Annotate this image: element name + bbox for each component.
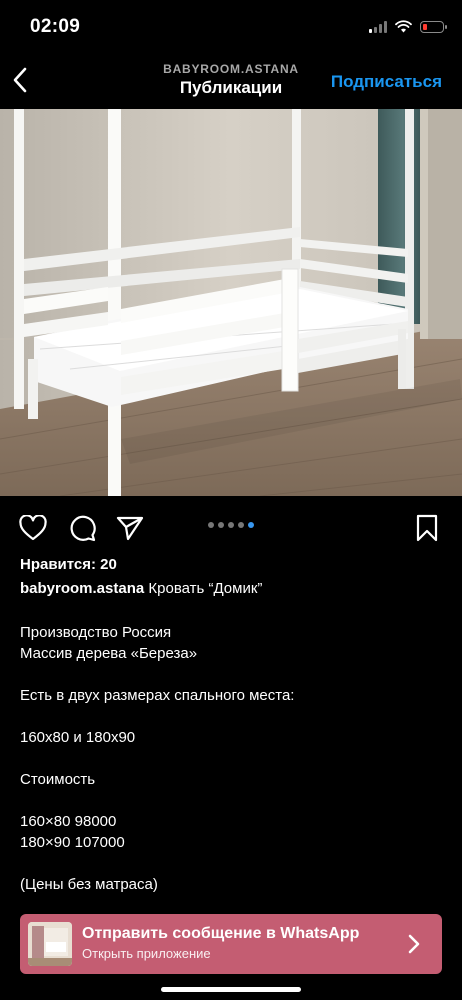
caption-line: Есть в двух размерах спального места: xyxy=(20,687,295,704)
caption-body: Производство Россия Массив дерева «Береза… xyxy=(20,622,294,895)
chevron-right-icon xyxy=(402,932,426,956)
chevron-left-icon xyxy=(13,67,27,93)
post-image[interactable] xyxy=(0,109,462,496)
caption-line xyxy=(20,748,294,769)
bed-photo-illustration xyxy=(0,109,462,496)
back-button[interactable] xyxy=(6,66,34,94)
save-button[interactable] xyxy=(412,513,442,543)
caption-line: Массив дерева «Береза» xyxy=(20,645,198,662)
status-time: 02:09 xyxy=(30,16,81,37)
battery-icon xyxy=(420,20,447,33)
status-bar: 02:09 xyxy=(0,0,462,56)
status-icons xyxy=(369,20,447,33)
comment-bubble-icon xyxy=(70,515,96,542)
caption-line xyxy=(20,790,294,811)
nav-bar: BABYROOM.ASTANA Публикации Подписаться xyxy=(0,56,462,108)
likes-count[interactable]: Нравится: 20 xyxy=(20,556,117,573)
heart-icon xyxy=(19,515,47,541)
caption-line xyxy=(20,664,294,685)
caption-username[interactable]: babyroom.astana xyxy=(20,580,144,597)
carousel-dot xyxy=(208,522,214,528)
home-indicator[interactable] xyxy=(161,987,301,992)
caption-title: Кровать “Домик” xyxy=(148,580,263,597)
caption-header: babyroom.astana Кровать “Домик” xyxy=(20,580,262,597)
carousel-dot xyxy=(228,522,234,528)
follow-button[interactable]: Подписаться xyxy=(331,72,442,92)
caption-line xyxy=(20,706,294,727)
bookmark-icon xyxy=(416,514,438,542)
whatsapp-cta-subtitle: Открыть приложение xyxy=(82,946,211,961)
share-button[interactable] xyxy=(115,513,145,543)
paper-plane-icon xyxy=(116,516,144,541)
carousel-dot xyxy=(248,522,254,528)
carousel-dot xyxy=(238,522,244,528)
caption-line: 180×90 107000 xyxy=(20,834,125,851)
comment-button[interactable] xyxy=(67,513,97,543)
whatsapp-cta[interactable]: Отправить сообщение в WhatsApp Открыть п… xyxy=(20,914,442,974)
caption-line: Производство Россия xyxy=(20,624,172,641)
wifi-icon xyxy=(395,20,412,33)
post-actions xyxy=(0,510,462,544)
caption-line: (Цены без матраса) xyxy=(20,876,158,893)
carousel-indicator xyxy=(0,522,462,528)
caption-line: 160x80 и 180x90 xyxy=(20,729,136,746)
caption-line: 160×80 98000 xyxy=(20,813,117,830)
whatsapp-cta-title: Отправить сообщение в WhatsApp xyxy=(82,925,360,942)
caption-line: Стоимость xyxy=(20,771,96,788)
carousel-dot xyxy=(218,522,224,528)
cellular-signal-icon xyxy=(369,20,387,33)
like-button[interactable] xyxy=(18,513,48,543)
caption-line xyxy=(20,853,294,874)
profile-thumbnail xyxy=(28,922,72,966)
